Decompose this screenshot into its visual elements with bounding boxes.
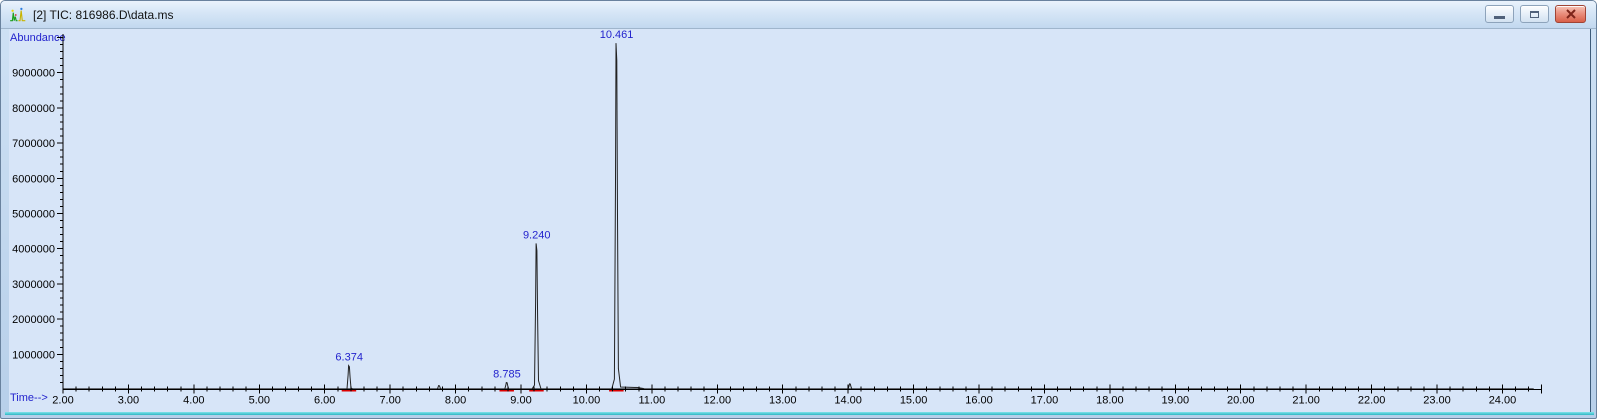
x-tick-label: 14.00: [834, 395, 862, 407]
x-tick-label: 12.00: [704, 395, 732, 407]
maximize-button[interactable]: [1520, 5, 1549, 23]
x-tick-label: 10.00: [573, 395, 601, 407]
bottom-accent-line: [5, 412, 1594, 415]
chromatogram-icon: [9, 6, 27, 24]
y-tick-label: 4000000: [12, 244, 55, 256]
y-tick-label: 3000000: [12, 279, 55, 291]
window-title: [2] TIC: 816986.D\data.ms: [33, 7, 174, 22]
chromatogram-canvas: 6.374 8.785 9.240 10.461 2.00 3.00 4.00 5.00 6.0…: [12, 29, 1543, 407]
x-tick-label: 15.00: [900, 395, 928, 407]
x-tick-label: 8.00: [445, 395, 466, 407]
x-tick-label: 17.00: [1031, 395, 1059, 407]
maximize-icon: [1530, 10, 1539, 18]
y-tick-label: 2000000: [12, 314, 55, 326]
titlebar[interactable]: [2] TIC: 816986.D\data.ms: [1, 1, 1596, 29]
y-tick-label: 7000000: [12, 138, 55, 150]
close-button[interactable]: [1555, 5, 1586, 23]
peak-trace: [531, 243, 542, 390]
x-tick-label: 4.00: [183, 395, 204, 407]
x-tick-label: 16.00: [965, 395, 993, 407]
chromatogram-window: [2] TIC: 816986.D\data.ms Abundance Time…: [0, 0, 1597, 419]
x-tick-label: 24.00: [1489, 395, 1517, 407]
x-tick-label: 18.00: [1096, 395, 1124, 407]
x-tick-label: 7.00: [379, 395, 400, 407]
peak-label: 9.240: [523, 229, 551, 241]
x-tick-label: 23.00: [1423, 395, 1451, 407]
x-tick-label: 13.00: [769, 395, 797, 407]
x-tick-label: 11.00: [639, 395, 666, 407]
y-tick-label: 6000000: [12, 173, 55, 185]
x-tick-label: 21.00: [1292, 395, 1320, 407]
window-controls: [1485, 5, 1586, 23]
peak-label: 6.374: [335, 352, 363, 364]
x-tick-label: 22.00: [1358, 395, 1386, 407]
peak-trace: [611, 43, 646, 390]
y-tick-label: 8000000: [12, 103, 55, 115]
y-tick-label: 9000000: [12, 68, 55, 80]
x-tick-label: 9.00: [510, 395, 531, 407]
minimize-icon: [1494, 16, 1505, 19]
x-tick-label: 2.00: [52, 395, 73, 407]
x-tick-label: 19.00: [1162, 395, 1190, 407]
y-tick-label: 5000000: [12, 209, 55, 221]
minimize-button[interactable]: [1485, 5, 1514, 23]
peak-label: 8.785: [493, 368, 521, 380]
x-tick-label: 5.00: [249, 395, 270, 407]
chromatogram-plot[interactable]: Abundance Time--> 6.374 8.785 9.240 10.461 2…: [9, 29, 1591, 412]
close-icon: [1565, 9, 1576, 19]
y-tick-label: 1000000: [12, 349, 55, 361]
x-tick-label: 3.00: [118, 395, 139, 407]
peak-label: 10.461: [600, 29, 634, 41]
x-tick-label: 6.00: [314, 395, 335, 407]
peak-trace: [344, 364, 354, 390]
x-tick-label: 20.00: [1227, 395, 1255, 407]
